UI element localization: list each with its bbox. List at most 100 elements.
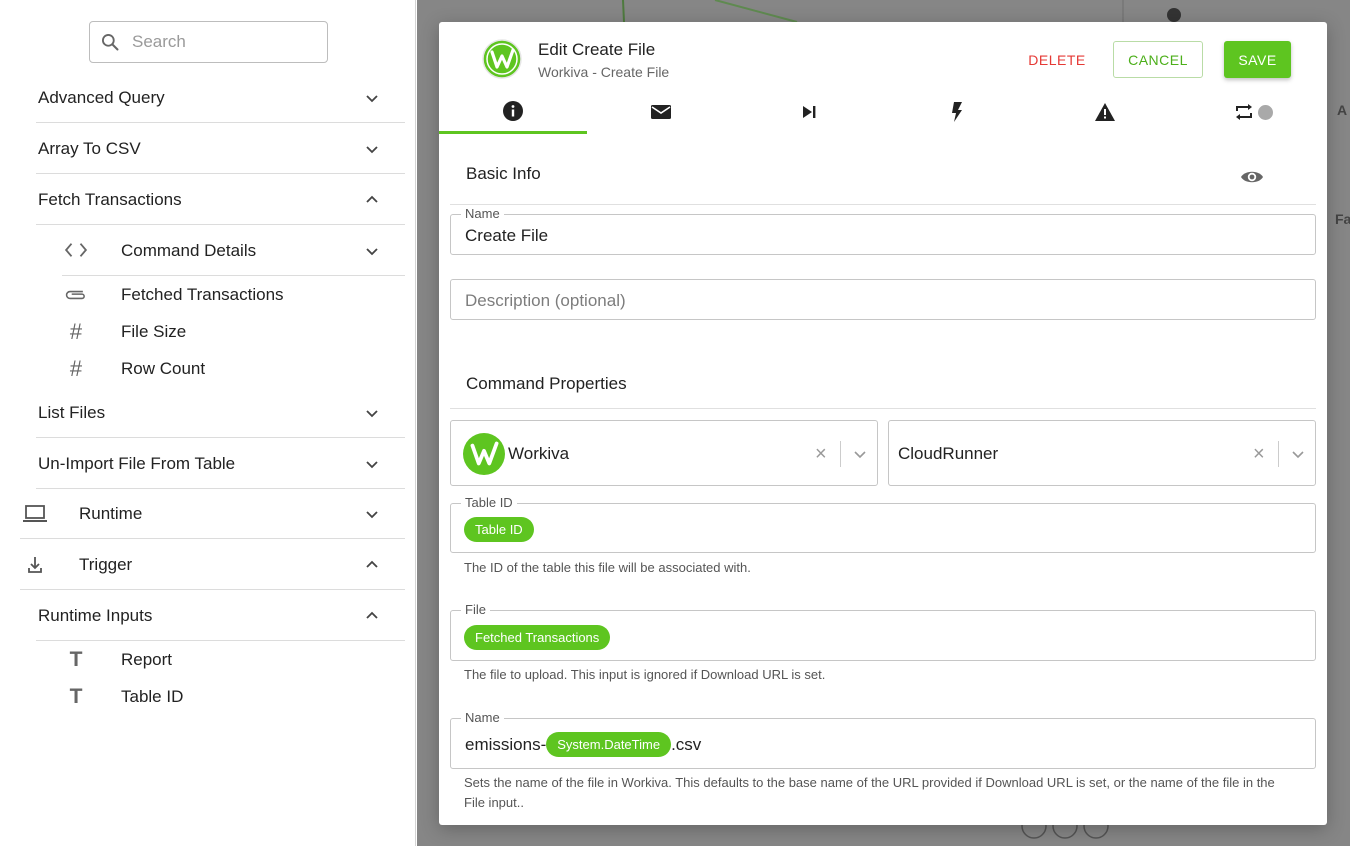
search-box[interactable]: [89, 21, 328, 63]
runner-label: CloudRunner: [898, 444, 999, 463]
skip-next-icon: [803, 106, 816, 118]
sidebar-item-runtime-inputs[interactable]: Runtime Inputs: [36, 591, 405, 641]
cancel-button[interactable]: CANCEL: [1113, 41, 1203, 78]
tab-notifications[interactable]: [587, 90, 735, 134]
sidebar-item-label: Table ID: [121, 687, 184, 706]
name-value: Create File: [465, 226, 549, 245]
sidebar-item-label: File Size: [121, 322, 187, 341]
file-name-suffix: .csv: [671, 734, 702, 754]
sidebar-item-command-details[interactable]: Command Details: [62, 226, 405, 276]
hash-icon: #: [69, 319, 83, 344]
section-title-command-properties: Command Properties: [466, 374, 627, 393]
sidebar-item-label: Command Details: [121, 240, 257, 260]
code-icon: [62, 238, 90, 262]
sidebar-item-label: Un-Import File From Table: [38, 453, 236, 473]
chevron-down-icon: [366, 146, 378, 154]
connector-select[interactable]: Workiva ×: [450, 420, 878, 486]
text-icon: T: [69, 648, 83, 671]
chevron-down-icon[interactable]: [1291, 447, 1305, 461]
sidebar-item-row-count[interactable]: # Row Count: [62, 345, 405, 393]
runner-select[interactable]: CloudRunner ×: [888, 420, 1316, 486]
mail-icon: [651, 105, 671, 119]
info-icon: [503, 100, 523, 121]
helper-text: The ID of the table this file will be as…: [464, 560, 751, 575]
select-divider: [1278, 441, 1279, 467]
sidebar-item-label: Fetched Transactions: [121, 285, 284, 304]
edit-command-modal: Edit Create File Workiva - Create File D…: [439, 22, 1327, 825]
section-title-basic-info: Basic Info: [466, 164, 541, 183]
chevron-down-icon: [366, 410, 378, 418]
sidebar-item-array-to-csv[interactable]: Array To CSV: [36, 124, 405, 174]
tab-triggers[interactable]: [883, 90, 1031, 134]
helper-text: Sets the name of the file in Workiva. Th…: [464, 775, 1275, 810]
bolt-icon: [952, 102, 962, 122]
file-name-value: emissions- System.DateTime .csv: [465, 732, 701, 757]
repeat-toggle[interactable]: [1258, 104, 1273, 120]
tab-info[interactable]: [439, 90, 587, 134]
chevron-down-icon: [366, 248, 378, 256]
field-label: Name: [461, 710, 504, 725]
save-button[interactable]: SAVE: [1224, 41, 1291, 78]
modal-content: Basic Info Name Create File Description …: [439, 134, 1327, 825]
sidebar-item-advanced-query[interactable]: Advanced Query: [36, 73, 405, 123]
divider: [450, 408, 1316, 409]
file-name-field[interactable]: Name emissions- System.DateTime .csv: [450, 710, 1316, 769]
canvas-node-label: A: [1337, 102, 1348, 118]
sidebar-item-label: Trigger: [79, 554, 133, 574]
variable-chip[interactable]: Table ID: [464, 517, 534, 542]
workiva-logo-icon: [482, 39, 522, 79]
clear-icon[interactable]: ×: [815, 443, 827, 466]
sidebar-item-label: List Files: [38, 402, 106, 422]
tab-errors[interactable]: [1031, 90, 1179, 134]
paperclip-icon: [62, 283, 90, 307]
sidebar-item-label: Array To CSV: [38, 138, 141, 158]
delete-button[interactable]: DELETE: [1022, 41, 1092, 78]
modal-tabs: [439, 90, 1327, 134]
tab-repeat[interactable]: [1179, 90, 1327, 134]
sidebar-item-label: Row Count: [121, 359, 206, 378]
sidebar-item-un-import-file[interactable]: Un-Import File From Table: [36, 439, 405, 489]
variable-chip[interactable]: System.DateTime: [546, 732, 672, 757]
chevron-up-icon: [366, 195, 378, 203]
helper-text: The file to upload. This input is ignore…: [464, 667, 826, 682]
sidebar-item-label: Runtime Inputs: [38, 605, 153, 625]
field-label: File: [461, 602, 490, 617]
download-icon: [28, 557, 42, 573]
sidebar-item-label: Report: [121, 650, 173, 669]
chevron-up-icon: [366, 560, 378, 568]
file-name-prefix: emissions-: [465, 734, 547, 754]
modal-title: Edit Create File: [538, 40, 656, 59]
laptop-icon: [23, 505, 47, 522]
table-id-field[interactable]: Table ID Table ID: [450, 495, 1316, 553]
repeat-icon: [1236, 104, 1252, 120]
sidebar-item-label: Fetch Transactions: [38, 189, 182, 209]
field-label: Table ID: [461, 495, 517, 510]
sidebar-item-trigger[interactable]: Trigger: [20, 540, 405, 590]
sidebar-item-runtime[interactable]: Runtime: [20, 489, 405, 539]
sidebar-item-table-id[interactable]: T Table ID: [62, 673, 405, 721]
select-divider: [840, 441, 841, 467]
warning-icon: [1095, 103, 1115, 121]
sidebar-item-label: Runtime: [79, 503, 143, 523]
variable-chip[interactable]: Fetched Transactions: [464, 625, 611, 650]
clear-icon[interactable]: ×: [1253, 443, 1265, 466]
hash-icon: #: [69, 356, 83, 381]
workiva-logo-icon: [463, 433, 505, 475]
sidebar-item-list-files[interactable]: List Files: [36, 388, 405, 438]
canvas-node-label: Fa: [1335, 211, 1350, 227]
text-icon: T: [69, 685, 83, 708]
sidebar-item-fetch-transactions[interactable]: Fetch Transactions: [36, 175, 405, 225]
chevron-down-icon: [366, 95, 378, 103]
file-field[interactable]: File Fetched Transactions: [450, 602, 1316, 661]
search-input[interactable]: [132, 32, 312, 52]
tab-skip[interactable]: [735, 90, 883, 134]
description-field[interactable]: Description (optional): [450, 279, 1316, 320]
eye-icon[interactable]: [1240, 165, 1264, 189]
name-field[interactable]: Name Create File: [450, 206, 1316, 255]
chevron-down-icon: [366, 461, 378, 469]
sidebar-item-label: Advanced Query: [38, 87, 165, 107]
chevron-down-icon[interactable]: [853, 447, 867, 461]
chevron-down-icon: [366, 511, 378, 519]
description-placeholder: Description (optional): [465, 291, 626, 310]
connector-label: Workiva: [508, 444, 570, 463]
